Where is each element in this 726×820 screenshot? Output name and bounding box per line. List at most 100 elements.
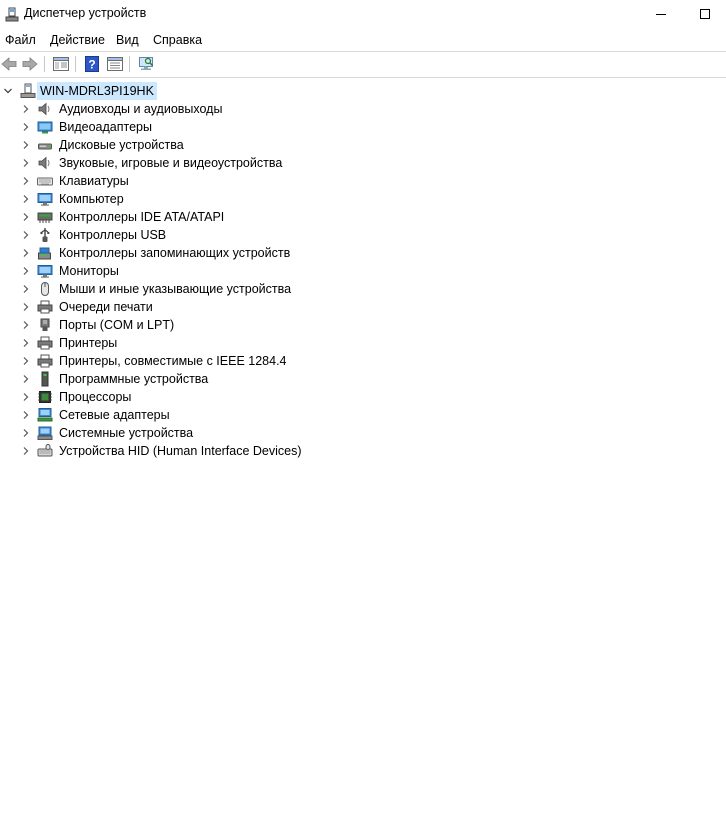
expand-arrow-icon[interactable] — [21, 428, 31, 438]
menu-action[interactable]: Действие — [50, 33, 105, 47]
tree-category-label[interactable]: Порты (COM и LPT) — [59, 318, 174, 332]
monitor-icon — [37, 265, 53, 278]
computer-host-icon — [20, 83, 36, 98]
tree-category-row[interactable]: Программные устройства — [0, 370, 400, 388]
tree-category-row[interactable]: Клавиатуры — [0, 172, 400, 190]
speaker-icon — [38, 102, 50, 116]
tree-category-label[interactable]: Видеоадаптеры — [59, 120, 152, 134]
tree-category-row[interactable]: Сетевые адаптеры — [0, 406, 400, 424]
usb-icon — [40, 228, 50, 242]
toolbar-separator — [75, 56, 76, 72]
help-icon[interactable]: ? — [83, 55, 101, 73]
expand-arrow-icon[interactable] — [21, 356, 31, 366]
menu-view[interactable]: Вид — [116, 33, 139, 47]
expand-arrow-icon[interactable] — [21, 410, 31, 420]
tree-category-row[interactable]: Компьютер — [0, 190, 400, 208]
expand-arrow-icon[interactable] — [21, 176, 31, 186]
tree-category-row[interactable]: Дисковые устройства — [0, 136, 400, 154]
tree-category-row[interactable]: Контроллеры IDE ATA/ATAPI — [0, 208, 400, 226]
window-title: Диспетчер устройств — [24, 6, 147, 20]
tree-category-label[interactable]: Мыши и иные указывающие устройства — [59, 282, 291, 296]
toolbar-separator — [44, 56, 45, 72]
menu-bar: Файл Действие Вид Справка — [0, 30, 726, 51]
display-adapter-icon — [37, 121, 53, 134]
port-icon — [40, 318, 50, 331]
tree-category-row[interactable]: Процессоры — [0, 388, 400, 406]
tree-category-row[interactable]: Контроллеры USB — [0, 226, 400, 244]
printer-icon — [37, 336, 53, 350]
device-manager-app-icon — [5, 7, 19, 22]
collapse-arrow-icon[interactable] — [3, 86, 13, 96]
tree-category-label[interactable]: Контроллеры USB — [59, 228, 166, 242]
tree-category-label[interactable]: Программные устройства — [59, 372, 208, 386]
tree-category-row[interactable]: Очереди печати — [0, 298, 400, 316]
tree-category-row[interactable]: Принтеры, совместимые с IEEE 1284.4 — [0, 352, 400, 370]
expand-arrow-icon[interactable] — [21, 302, 31, 312]
expand-arrow-icon[interactable] — [21, 446, 31, 456]
scan-hardware-icon[interactable] — [137, 55, 155, 73]
toolbar: ? — [0, 52, 726, 77]
tree-category-row[interactable]: Принтеры — [0, 334, 400, 352]
tree-category-label[interactable]: Принтеры, совместимые с IEEE 1284.4 — [59, 354, 287, 368]
menu-file[interactable]: Файл — [5, 33, 36, 47]
tree-root[interactable]: WIN-MDRL3PI19HK — [0, 82, 300, 100]
tree-root-label[interactable]: WIN-MDRL3PI19HK — [37, 82, 157, 100]
toolbar-separator — [129, 56, 130, 72]
tree-category-row[interactable]: Звуковые, игровые и видеоустройства — [0, 154, 400, 172]
properties-icon[interactable] — [106, 55, 124, 73]
tree-category-row[interactable]: Мыши и иные указывающие устройства — [0, 280, 400, 298]
show-hide-console-tree-icon[interactable] — [52, 55, 70, 73]
tree-category-row[interactable]: Устройства HID (Human Interface Devices) — [0, 442, 400, 460]
expand-arrow-icon[interactable] — [21, 230, 31, 240]
tree-category-label[interactable]: Клавиатуры — [59, 174, 129, 188]
speaker-icon — [38, 156, 50, 170]
expand-arrow-icon[interactable] — [21, 248, 31, 258]
expand-arrow-icon[interactable] — [21, 284, 31, 294]
processor-icon — [38, 391, 52, 403]
expand-arrow-icon[interactable] — [21, 104, 31, 114]
expand-arrow-icon[interactable] — [21, 392, 31, 402]
expand-arrow-icon[interactable] — [21, 338, 31, 348]
expand-arrow-icon[interactable] — [21, 194, 31, 204]
tree-category-label[interactable]: Системные устройства — [59, 426, 193, 440]
tree-category-label[interactable]: Аудиовходы и аудиовыходы — [59, 102, 222, 116]
tree-category-row[interactable]: Видеоадаптеры — [0, 118, 400, 136]
expand-arrow-icon[interactable] — [21, 374, 31, 384]
tree-category-label[interactable]: Звуковые, игровые и видеоустройства — [59, 156, 282, 170]
tree-category-label[interactable]: Мониторы — [59, 264, 119, 278]
minimize-button[interactable] — [641, 0, 681, 28]
tree-category-row[interactable]: Контроллеры запоминающих устройств — [0, 244, 400, 262]
tree-category-label[interactable]: Сетевые адаптеры — [59, 408, 170, 422]
menu-help[interactable]: Справка — [153, 33, 202, 47]
tree-category-label[interactable]: Процессоры — [59, 390, 131, 404]
maximize-button[interactable] — [685, 0, 725, 28]
expand-arrow-icon[interactable] — [21, 140, 31, 150]
tree-category-label[interactable]: Контроллеры IDE ATA/ATAPI — [59, 210, 224, 224]
hid-icon — [37, 444, 53, 457]
minimize-icon — [656, 13, 666, 15]
expand-arrow-icon[interactable] — [21, 266, 31, 276]
svg-text:?: ? — [88, 58, 95, 72]
back-icon[interactable] — [0, 55, 18, 73]
tree-category-row[interactable]: Порты (COM и LPT) — [0, 316, 400, 334]
system-device-icon — [37, 426, 53, 440]
expand-arrow-icon[interactable] — [21, 212, 31, 222]
printer-icon — [37, 354, 53, 368]
network-adapter-icon — [37, 408, 53, 422]
mouse-icon — [41, 282, 49, 296]
tree-category-row[interactable]: Мониторы — [0, 262, 400, 280]
tree-category-label[interactable]: Очереди печати — [59, 300, 153, 314]
tree-category-row[interactable]: Системные устройства — [0, 424, 400, 442]
expand-arrow-icon[interactable] — [21, 158, 31, 168]
tree-category-label[interactable]: Устройства HID (Human Interface Devices) — [59, 444, 302, 458]
forward-icon[interactable] — [21, 55, 39, 73]
tree-category-row[interactable]: Аудиовходы и аудиовыходы — [0, 100, 400, 118]
expand-arrow-icon[interactable] — [21, 320, 31, 330]
tree-category-label[interactable]: Контроллеры запоминающих устройств — [59, 246, 290, 260]
tree-category-label[interactable]: Принтеры — [59, 336, 117, 350]
maximize-icon — [700, 9, 710, 19]
tree-category-label[interactable]: Дисковые устройства — [59, 138, 184, 152]
keyboard-icon — [37, 177, 53, 186]
expand-arrow-icon[interactable] — [21, 122, 31, 132]
tree-category-label[interactable]: Компьютер — [59, 192, 124, 206]
